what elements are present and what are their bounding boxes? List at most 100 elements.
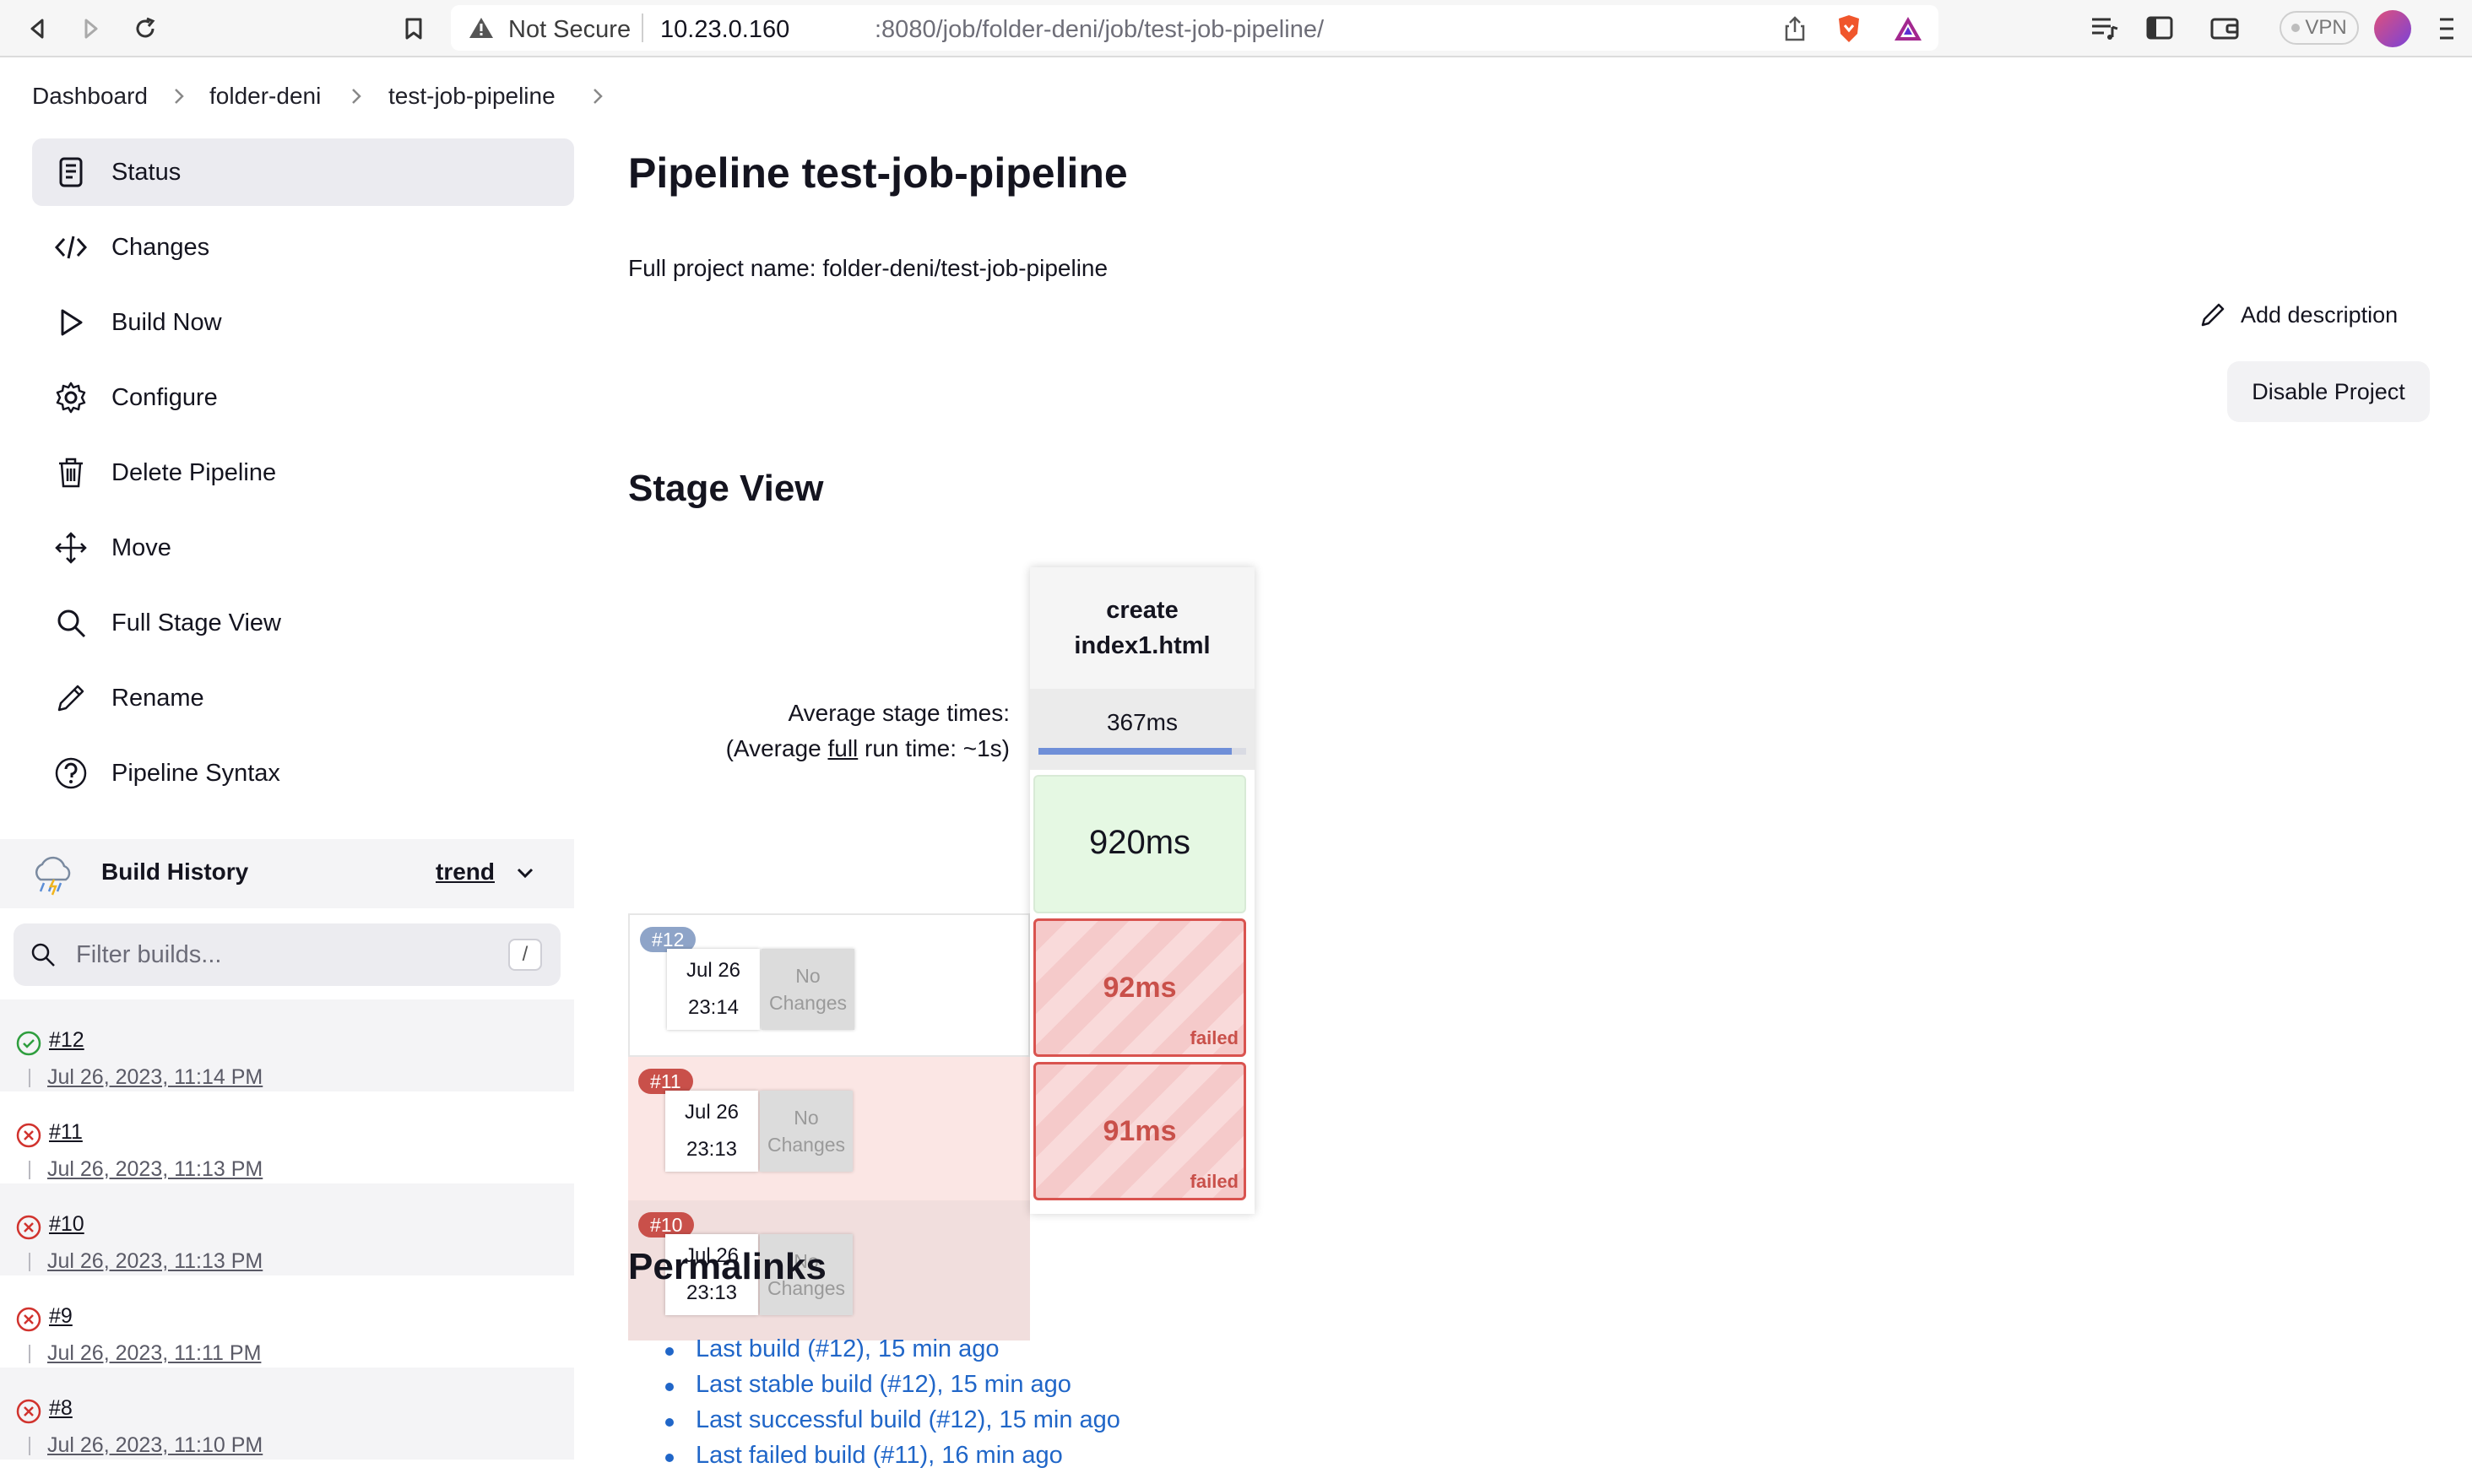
failed-icon [16,1123,41,1148]
task-pipeline-syntax[interactable]: Pipeline Syntax [32,739,574,807]
task-label: Pipeline Syntax [111,759,280,787]
vpn-button[interactable]: VPN [2280,11,2359,45]
permalink-last-successful-build[interactable]: Last successful build (#12), 15 min ago [665,1406,1120,1442]
build-row[interactable] [0,1460,574,1484]
task-build-now[interactable]: Build Now [32,289,574,356]
task-label: Build Now [111,308,222,336]
task-rename[interactable]: Rename [32,664,574,732]
stage-view-title: Stage View [628,468,824,509]
pencil-icon [2201,303,2225,327]
breadcrumb-job[interactable]: test-job-pipeline [388,83,556,110]
stage-duration: 91ms [1103,1115,1177,1147]
filter-builds-input[interactable] [76,937,481,972]
share-icon[interactable] [1783,15,1807,42]
failed-icon [16,1215,41,1240]
task-label: Changes [111,233,210,261]
build-row[interactable]: #12 Jul 26, 2023, 11:14 PM [0,999,574,1091]
chevron-down-icon[interactable] [513,861,537,885]
build-date[interactable]: Jul 26, 2023, 11:10 PM [47,1433,263,1458]
build-row[interactable]: #8 Jul 26, 2023, 11:10 PM [0,1368,574,1460]
full-project-name: Full project name: folder-deni/test-job-… [628,255,1109,281]
build-number[interactable]: #8 [49,1396,73,1421]
task-changes[interactable]: Changes [32,214,574,281]
filter-builds: / [14,923,561,986]
help-icon [55,757,87,789]
breadcrumb-dashboard[interactable]: Dashboard [32,83,148,110]
breadcrumb-folder[interactable]: folder-deni [209,83,321,110]
chevron-right-icon[interactable] [591,84,604,108]
build-number[interactable]: #12 [49,1028,84,1053]
build-date[interactable]: Jul 26, 2023, 11:13 PM [47,1157,263,1182]
task-status[interactable]: Status [32,138,574,206]
add-description-label: Add description [2241,302,2399,328]
disable-project-button[interactable]: Disable Project [2227,361,2430,422]
run-changes[interactable]: No Changes [760,1091,853,1172]
add-description-link[interactable]: Add description [2198,299,2418,338]
build-number[interactable]: #11 [49,1120,83,1145]
task-full-stage-view[interactable]: Full Stage View [32,589,574,657]
reload-button[interactable] [128,12,162,46]
url-path: :8080/job/folder-deni/job/test-job-pipel… [875,16,1325,43]
stage-status-label: failed [1190,1027,1239,1048]
vpn-status-dot [2291,24,2301,32]
code-icon [54,236,88,259]
back-button[interactable] [20,12,54,46]
brave-shield-icon[interactable] [1835,14,1862,44]
profile-avatar[interactable] [2374,10,2411,47]
task-configure[interactable]: Configure [32,364,574,431]
build-number[interactable]: #9 [49,1304,73,1329]
build-row-divider [29,1345,30,1363]
address-bar[interactable]: Not Secure 10.23.0.160 :8080/job/folder-… [451,5,1938,51]
forward-button[interactable] [74,12,108,46]
breadcrumb: Dashboard folder-deni test-job-pipeline [0,59,2472,137]
build-date[interactable]: Jul 26, 2023, 11:14 PM [47,1065,263,1090]
build-row[interactable]: #10 Jul 26, 2023, 11:13 PM [0,1183,574,1275]
bookmark-button[interactable] [397,12,431,46]
stage-cell-failed[interactable]: 92ms failed [1033,918,1246,1057]
weather-icon [35,856,71,896]
task-label: Rename [111,684,204,712]
menu-icon[interactable] [2438,15,2455,42]
reload-icon [136,17,155,38]
keyboard-shortcut-hint: / [508,939,542,971]
search-icon [57,609,86,638]
full-run-time-link[interactable]: full [827,735,858,761]
run-changes[interactable]: No Changes [762,949,854,1030]
permalink-last-failed-build[interactable]: Last failed build (#11), 16 min ago [665,1442,1120,1477]
chevron-right-icon [175,89,184,104]
run-row-12[interactable]: #12 Jul 26 23:14 No Changes [628,913,1030,1057]
permalink-last-build[interactable]: Last build (#12), 15 min ago [665,1335,1120,1371]
build-row[interactable]: #9 Jul 26, 2023, 11:11 PM [0,1275,574,1368]
trend-link[interactable]: trend [436,858,495,886]
average-time-bar [1038,748,1232,755]
run-date-time: 23:13 [686,1138,738,1161]
task-move[interactable]: Move [32,514,574,582]
media-icon[interactable] [2090,15,2119,41]
run-date: Jul 26 23:13 [665,1091,758,1172]
build-date[interactable]: Jul 26, 2023, 11:13 PM [47,1249,263,1274]
build-row[interactable]: #11 Jul 26, 2023, 11:13 PM [0,1091,574,1183]
stage-cell-failed[interactable]: 91ms failed [1033,1062,1246,1200]
sidebar-toggle-icon[interactable] [2146,15,2173,41]
stage-duration: 92ms [1103,972,1177,1004]
avg-label-line1: Average stage times: [788,700,1010,726]
build-number[interactable]: #10 [49,1212,84,1237]
stage-header: create index1.html [1030,567,1255,689]
forward-arrow-icon [84,19,98,39]
task-label: Full Stage View [111,609,281,636]
build-history-header: Build History trend [0,839,574,908]
run-date-day: Jul 26 [684,1101,740,1124]
browser-toolbar: Not Secure 10.23.0.160 :8080/job/folder-… [0,0,2472,57]
stage-cell-success[interactable]: 920ms [1033,775,1246,913]
sidebar: Status Changes Build Now Configure Delet… [0,137,574,1484]
average-stage-time-cell: 367ms [1030,689,1255,770]
build-date[interactable]: Jul 26, 2023, 11:11 PM [47,1341,261,1366]
wallet-icon[interactable] [2210,15,2239,41]
brave-rewards-icon[interactable] [1893,15,1923,42]
task-label: Delete Pipeline [111,458,277,486]
permalink-last-stable-build[interactable]: Last stable build (#12), 15 min ago [665,1371,1120,1406]
task-delete-pipeline[interactable]: Delete Pipeline [32,439,574,506]
run-row-11[interactable]: #11 Jul 26 23:13 No Changes [628,1057,1030,1200]
play-icon [61,309,83,336]
build-history-title: Build History [101,858,249,885]
